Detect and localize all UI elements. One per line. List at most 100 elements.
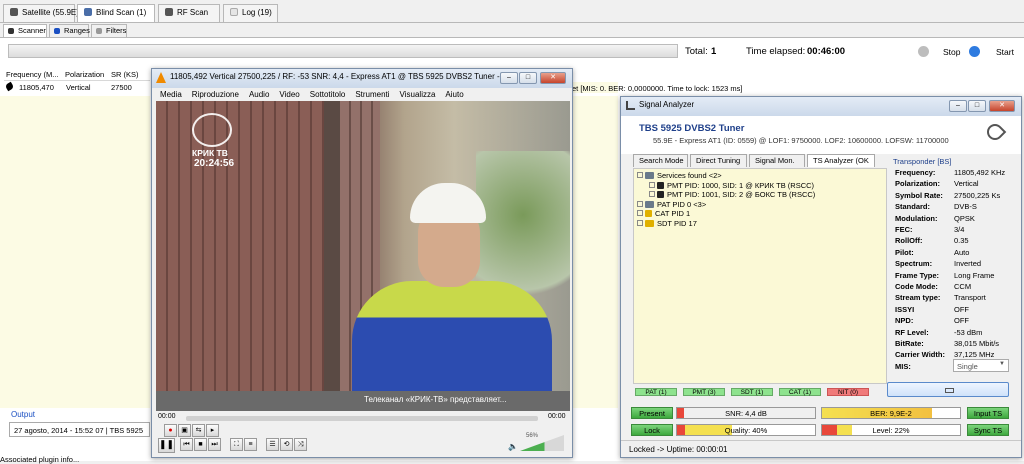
tab-blind-scan[interactable]: Blind Scan (1)	[77, 4, 155, 22]
transponder-props: Frequency: 11805,492 KHz Polarization: Ver…	[895, 168, 1024, 368]
stop-playback-button[interactable]: ■	[194, 438, 207, 451]
prop-bitrate: BitRate: 38,015 Mbit/s	[895, 339, 1000, 348]
subtab-scanner[interactable]: Scanner	[3, 24, 47, 37]
next-button[interactable]: ⏭	[208, 438, 221, 451]
menu-audio[interactable]: Audio	[249, 90, 269, 99]
col-header-polarization[interactable]: Polarization	[65, 70, 104, 79]
expand-icon[interactable]	[637, 219, 643, 226]
tree-item-cat[interactable]: CAT PID 1	[637, 209, 883, 219]
extended-settings-button[interactable]: ≡	[244, 438, 257, 451]
col-header-frequency[interactable]: Frequency (M...	[6, 70, 59, 79]
start-icon[interactable]	[969, 46, 980, 57]
menu-media[interactable]: Media	[160, 90, 182, 99]
results-area-right	[570, 96, 618, 408]
expand-icon[interactable]	[637, 200, 643, 207]
tab-search-mode[interactable]: Search Mode	[633, 154, 688, 167]
menu-visualizza[interactable]: Visualizza	[400, 90, 436, 99]
action-button[interactable]	[887, 382, 1009, 397]
tree-item-pmt-1001[interactable]: PMT PID: 1001, SID: 2 @ БОКС ТВ (RSCC)	[637, 190, 883, 200]
mis-select[interactable]: Single ▼	[953, 359, 1009, 372]
signal-analyzer-window[interactable]: Signal Analyzer – □ ✕ TBS 5925 DVBS2 Tun…	[620, 96, 1022, 458]
playlist-button[interactable]: ☰	[266, 438, 279, 451]
menu-riproduzione[interactable]: Riproduzione	[192, 90, 239, 99]
video-caption: Телеканал «КРИК-ТВ» представляет...	[364, 395, 507, 404]
expand-icon[interactable]	[637, 210, 643, 216]
prop-npd: NPD: OFF	[895, 316, 969, 326]
total-value: 1	[711, 46, 717, 57]
pill-cat: CAT (1)	[779, 388, 821, 396]
close-button[interactable]: ✕	[540, 72, 566, 84]
tree-item-pmt-1000[interactable]: PMT PID: 1000, SID: 1 @ КРИК ТВ (RSCC)	[637, 181, 883, 191]
hard-hat	[410, 183, 486, 223]
vlc-window[interactable]: 11805,492 Vertical 27500,225 / RF: -53 S…	[151, 68, 573, 458]
expand-icon[interactable]	[649, 191, 655, 197]
frame-step-button[interactable]: ▸	[206, 424, 219, 437]
volume-value: 56%	[526, 433, 539, 439]
tab-log[interactable]: Log (19)	[223, 4, 278, 22]
fullscreen-button[interactable]: ⛶	[230, 438, 243, 451]
record-button[interactable]: ●	[164, 424, 177, 437]
loop-ab-button[interactable]: ⇆	[192, 424, 205, 437]
tree-item-pat[interactable]: PAT PID 0 <3>	[637, 200, 883, 210]
window-icon	[945, 388, 954, 393]
tree-item-sdt[interactable]: SDT PID 17	[637, 219, 883, 229]
prop-frame-type: Frame Type: Long Frame	[895, 270, 995, 280]
previous-button[interactable]: ⏮	[180, 438, 193, 451]
snapshot-button[interactable]: ▣	[178, 424, 191, 437]
maximize-button[interactable]: □	[519, 72, 537, 84]
start-button[interactable]: Start	[996, 47, 1014, 57]
tab-rf-scan[interactable]: RF Scan	[158, 4, 220, 22]
collapse-icon[interactable]	[637, 172, 643, 178]
satellite-icon	[10, 8, 18, 16]
subtab-filters[interactable]: Filters	[91, 24, 127, 37]
shuffle-button[interactable]: ⤨	[294, 438, 307, 451]
stop-icon[interactable]	[918, 46, 929, 57]
tab-ts-analyzer[interactable]: TS Analyzer (OK	[807, 154, 875, 167]
menu-strumenti[interactable]: Strumenti	[355, 90, 389, 99]
menu-sottotitolo[interactable]: Sottotitolo	[310, 90, 346, 99]
tree-item-services[interactable]: Services found <2>	[637, 171, 883, 181]
folder-icon	[645, 219, 654, 227]
menu-aiuto[interactable]: Aiuto	[445, 90, 463, 99]
prop-stream-type: Stream type: Transport	[895, 293, 986, 303]
analyzer-maximize-button[interactable]: □	[968, 100, 986, 112]
seek-bar[interactable]	[186, 416, 538, 421]
analyzer-title: Signal Analyzer	[639, 100, 695, 109]
subtab-ranges[interactable]: Ranges	[49, 24, 90, 37]
row-status-text: et [MIS: 0. BER: 0,0000000. Time to lock…	[572, 84, 743, 93]
analyzer-close-button[interactable]: ✕	[989, 100, 1015, 112]
level-meter: Level: 22%	[821, 424, 961, 436]
prop-rolloff: RollOff: 0.35	[895, 236, 969, 246]
present-indicator: Present	[631, 407, 673, 419]
pill-pmt: PMT (3)	[683, 388, 725, 396]
tab-signal-mon[interactable]: Signal Mon.	[749, 154, 805, 167]
tab-direct-tuning[interactable]: Direct Tuning	[690, 154, 747, 167]
quality-meter: Quality: 40%	[676, 424, 816, 436]
table-row[interactable]: 11805,470 Vertical 27500	[4, 81, 150, 94]
play-button[interactable]: ❚❚	[158, 438, 175, 453]
channel-clock: 20:24:56	[194, 158, 235, 169]
scan-icon	[84, 8, 92, 16]
row-polarization: Vertical	[66, 83, 91, 92]
minimize-button[interactable]: –	[500, 72, 518, 84]
col-header-sr[interactable]: SR (KS)	[111, 70, 139, 79]
tab-satellite[interactable]: Satellite (55.9E)	[3, 4, 79, 22]
row-frequency: 11805,470	[19, 83, 54, 92]
loop-button[interactable]: ⟲	[280, 438, 293, 451]
analyzer-minimize-button[interactable]: –	[949, 100, 967, 112]
chevron-down-icon: ▼	[999, 361, 1005, 367]
video-frame: КРИК ТВ 20:24:56 Телеканал «КРИК-ТВ» пре…	[156, 101, 570, 411]
time-elapsed: 00:00	[158, 413, 176, 420]
speaker-icon[interactable]: 🔈	[508, 442, 518, 451]
log-icon	[230, 8, 238, 16]
prop-code-mode: Code Mode: CCM	[895, 282, 972, 291]
expand-icon[interactable]	[649, 181, 655, 188]
prop-rf-level: RF Level: -53 dBm	[895, 327, 983, 337]
stop-button[interactable]: Stop	[943, 47, 961, 57]
prop-fec: FEC: 3/4	[895, 225, 965, 234]
tuner-name: TBS 5925 DVBS2 Tuner	[639, 123, 745, 134]
prop-modulation: Modulation: QPSK	[895, 213, 975, 223]
menu-video[interactable]: Video	[279, 90, 299, 99]
prop-pilot: Pilot: Auto	[895, 247, 970, 257]
output-box[interactable]: 27 agosto, 2014 - 15:52 07 | TBS 5925	[9, 422, 150, 437]
